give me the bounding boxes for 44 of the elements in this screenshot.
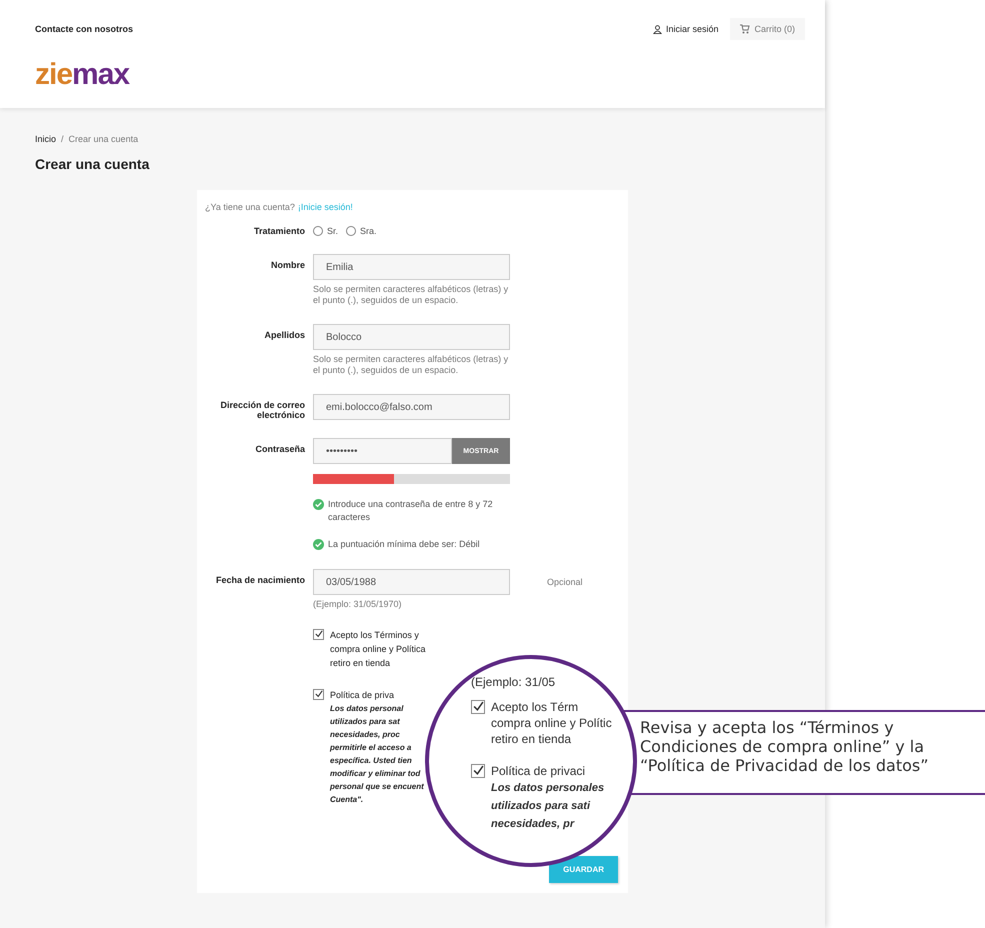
- logo[interactable]: ziemax: [35, 60, 130, 90]
- breadcrumb-separator: /: [61, 134, 64, 144]
- field-label: Apellidos: [263, 329, 305, 342]
- contact-link[interactable]: Contacte con nosotros: [35, 24, 653, 34]
- optional-label: Opcional: [546, 576, 584, 589]
- text-input[interactable]: Bolocco: [313, 324, 510, 350]
- privacy-text: Los datos personal utilizados para sat necesidades, proc permitirle el acceso a específica. Usted tien modificar y eliminar tod personal que se encuent Cuenta".: [330, 703, 424, 806]
- field-hint: Solo se permiten caracteres alfabéticos (letras) y el punto (.), seguidos de un espacio.: [313, 354, 510, 376]
- checkbox-label: Acepto los Términos y compra online y Política retiro en tienda: [330, 629, 426, 670]
- field-hint: Solo se permiten caracteres alfabéticos (letras) y el punto (.), seguidos de un espacio.: [313, 284, 510, 306]
- field-label: Fecha de nacimiento: [214, 574, 305, 587]
- checkbox[interactable]: [313, 629, 324, 640]
- breadcrumb-item: Crear una cuenta: [68, 134, 138, 144]
- user-icon: [652, 24, 662, 34]
- field-hint: (Ejemplo: 31/05/1970): [313, 599, 403, 610]
- radio-circle[interactable]: [313, 226, 323, 236]
- radio-option[interactable]: Sr.: [313, 226, 338, 236]
- callout-text: Revisa y acepta los “Términos y Condiciones de compra online” y la “Política de Privacidad de los datos”: [640, 718, 930, 775]
- password-input[interactable]: •••••••••: [313, 438, 452, 464]
- checkbox[interactable]: [471, 700, 485, 714]
- radio-option[interactable]: Sra.: [346, 226, 377, 236]
- date-input[interactable]: 03/05/1988: [313, 569, 510, 595]
- text-input[interactable]: emi.bolocco@falso.com: [313, 394, 510, 420]
- text-input[interactable]: Emilia: [313, 254, 510, 280]
- checkbox-label: Política de priva: [330, 689, 396, 702]
- field-label: Contraseña: [254, 443, 305, 456]
- cart-link[interactable]: Carrito (0): [730, 18, 805, 40]
- checkbox[interactable]: [471, 764, 485, 778]
- checkbox-label: Acepto los Térm compra online y Polític retiro en tienda: [491, 699, 612, 747]
- field-label: Nombre: [270, 259, 305, 272]
- page-title: Crear una cuenta: [35, 156, 150, 172]
- checkbox[interactable]: [313, 689, 324, 700]
- breadcrumb-item[interactable]: Inicio: [35, 134, 56, 144]
- privacy-text: Los datos personales utilizados para sati necesidades, pr: [491, 781, 604, 832]
- example-hint: (Ejemplo: 31/05: [471, 675, 556, 689]
- account-question: ¿Ya tiene una cuenta?: [205, 202, 295, 212]
- sign-in-link[interactable]: Iniciar sesión: [652, 24, 718, 34]
- password-hint: Introduce una contraseña de entre 8 y 72 caracteres: [328, 498, 494, 524]
- radio-circle[interactable]: [346, 226, 356, 236]
- field-label: Tratamiento: [252, 226, 305, 236]
- checkbox-label: Política de privaci: [491, 763, 586, 779]
- field-label: Dirección de correo electrónico: [219, 399, 305, 420]
- password-hint: La puntuación mínima debe ser: Débil: [328, 538, 480, 551]
- cart-icon: [740, 24, 750, 34]
